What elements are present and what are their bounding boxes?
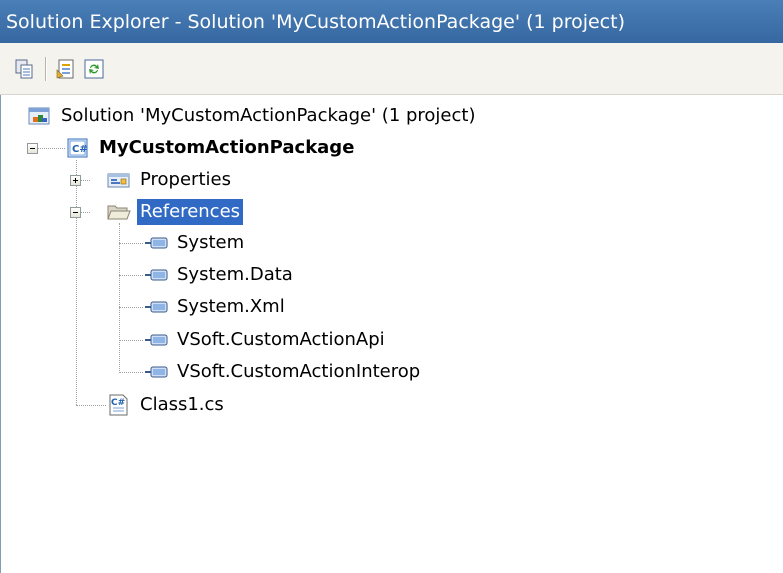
solution-explorer-titlebar: Solution Explorer - Solution 'MyCustomAc… <box>0 0 783 43</box>
reference-label: VSoft.CustomActionInterop <box>177 361 421 382</box>
references-label: References <box>137 199 244 225</box>
solution-icon <box>28 105 52 127</box>
solution-tree[interactable]: Solution 'MyCustomActionPackage' (1 proj… <box>0 95 783 573</box>
toolbar-separator <box>45 57 47 81</box>
refresh-icon[interactable] <box>83 58 105 80</box>
reference-label: System.Xml <box>177 296 285 317</box>
show-all-files-icon[interactable] <box>14 58 36 80</box>
references-collapse-toggle[interactable] <box>70 207 81 218</box>
class-file-label: Class1.cs <box>140 394 224 415</box>
reference-label: System.Data <box>177 264 293 285</box>
tree-node-class-file[interactable]: C# Class1.cs <box>107 390 227 420</box>
reference-item-system[interactable]: System <box>144 228 247 258</box>
solution-explorer-toolbar <box>0 43 783 95</box>
reference-icon <box>144 232 168 254</box>
project-collapse-toggle[interactable] <box>27 143 38 154</box>
tree-connector <box>119 307 143 308</box>
svg-text:C#: C# <box>72 144 88 155</box>
reference-icon <box>144 296 168 318</box>
open-folder-icon <box>107 201 131 223</box>
reference-item-vsoft-customactionapi[interactable]: VSoft.CustomActionApi <box>144 325 388 355</box>
tree-connector <box>119 243 143 244</box>
window-title: Solution Explorer - Solution 'MyCustomAc… <box>6 10 625 33</box>
properties-icon[interactable] <box>55 58 77 80</box>
reference-item-vsoft-customactioninterop[interactable]: VSoft.CustomActionInterop <box>144 357 423 387</box>
svg-text:C#: C# <box>111 398 125 408</box>
reference-label: System <box>177 232 245 253</box>
reference-label: VSoft.CustomActionApi <box>177 329 385 350</box>
tree-connector <box>119 340 143 341</box>
reference-icon <box>144 264 168 286</box>
solution-label: Solution 'MyCustomActionPackage' (1 proj… <box>61 105 476 126</box>
reference-icon <box>144 329 168 351</box>
project-label: MyCustomActionPackage <box>99 137 355 158</box>
tree-connector <box>76 405 106 406</box>
tree-node-references[interactable]: References <box>107 197 244 227</box>
csharp-file-icon: C# <box>107 394 131 416</box>
reference-icon <box>144 361 168 383</box>
tree-connector <box>76 160 77 405</box>
tree-node-solution[interactable]: Solution 'MyCustomActionPackage' (1 proj… <box>28 101 478 131</box>
tree-connector <box>119 223 120 373</box>
properties-folder-icon <box>107 169 131 191</box>
csharp-project-icon: C# <box>66 137 90 159</box>
tree-node-project[interactable]: C# MyCustomActionPackage <box>66 133 357 163</box>
tree-connector <box>119 372 143 373</box>
reference-item-system-xml[interactable]: System.Xml <box>144 292 288 322</box>
properties-expand-toggle[interactable] <box>70 175 81 186</box>
tree-node-properties[interactable]: Properties <box>107 165 234 195</box>
tree-connector <box>119 275 143 276</box>
reference-item-system-data[interactable]: System.Data <box>144 260 296 290</box>
properties-label: Properties <box>140 169 231 190</box>
